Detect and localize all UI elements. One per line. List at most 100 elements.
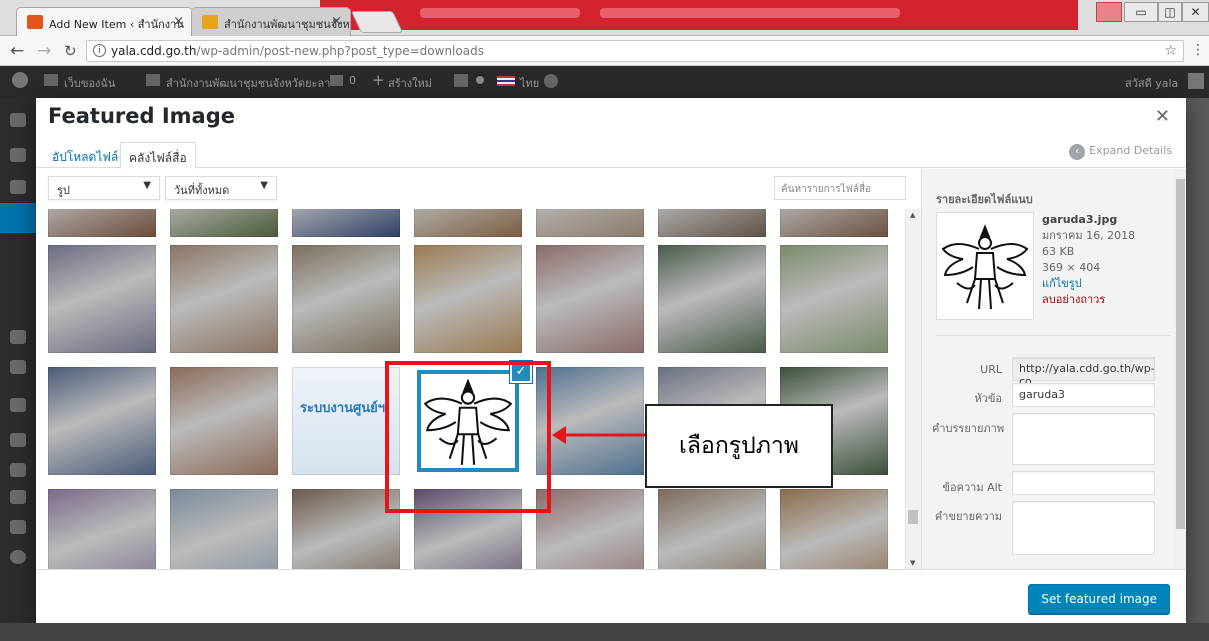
media-date-filter[interactable]: วันที่ทั้งหมด ▼ [165, 176, 277, 200]
attachment-thumbnail[interactable] [536, 209, 644, 237]
attachment-details-heading: รายละเอียดไฟล์แนบ [936, 193, 1033, 206]
url-input[interactable]: i yala.cdd.go.th/wp-admin/post-new.php?p… [86, 40, 1184, 62]
attachment-thumbnail[interactable] [170, 489, 278, 569]
title-field[interactable]: garuda3 [1012, 383, 1155, 407]
back-arrow-icon[interactable]: ← [10, 41, 24, 61]
tools-icon[interactable] [10, 463, 26, 477]
active-menu-indicator[interactable] [0, 203, 36, 233]
admin-bar-comments-count[interactable]: 0 [349, 74, 356, 87]
admin-bar-greeting[interactable]: สวัสดี yala [1125, 74, 1178, 92]
attachment-thumbnail[interactable] [780, 209, 888, 237]
forward-arrow-icon[interactable]: → [37, 41, 51, 61]
attachment-thumbnail[interactable] [292, 489, 400, 569]
maximize-icon[interactable]: ◫ [1158, 2, 1182, 22]
grid-scrollbar-thumb[interactable] [908, 510, 918, 524]
description-field[interactable] [1012, 501, 1155, 555]
media-router: อัปโหลดไฟล์ คลังไฟล์สื่อ ‹ Expand Details [36, 136, 1186, 169]
attachment-thumbnail[interactable] [536, 489, 644, 569]
attachment-details-panel: รายละเอียดไฟล์แนบ garuda3.jpg มกราคม 16,… [921, 169, 1186, 569]
titlebar-blur [600, 8, 900, 18]
settings-icon[interactable] [10, 490, 26, 504]
attachment-thumbnail[interactable] [48, 367, 156, 475]
comments-icon[interactable] [10, 360, 26, 374]
description-label: คำขยายความ [934, 510, 1002, 523]
edit-image-link[interactable]: แก้ไขรูป [1042, 276, 1135, 292]
attachment-thumbnail[interactable] [658, 489, 766, 569]
minimize-icon[interactable]: ▭ [1124, 2, 1158, 22]
alt-text-field[interactable] [1012, 471, 1155, 495]
avatar[interactable] [1188, 73, 1204, 89]
attachment-thumbnail[interactable] [48, 209, 156, 237]
attachment-thumbnail[interactable] [48, 245, 156, 353]
scroll-up-icon[interactable]: ▲ [910, 211, 915, 219]
my-sites-icon [44, 74, 58, 86]
titlebar-blur [420, 8, 580, 18]
attachment-thumbnail[interactable] [658, 245, 766, 353]
attachment-thumbnail[interactable] [536, 245, 644, 353]
tab-close-icon[interactable]: × [173, 14, 184, 29]
posts-icon[interactable] [10, 148, 26, 162]
bookmark-star-icon[interactable]: ☆ [1164, 41, 1177, 61]
attachment-thumbnail[interactable] [292, 209, 400, 237]
attachment-thumbnail[interactable] [658, 209, 766, 237]
delete-permanently-link[interactable]: ลบอย่างถาวร [1042, 292, 1135, 308]
attachment-thumbnail[interactable] [414, 209, 522, 237]
media-type-filter[interactable]: รูป ▼ [48, 176, 160, 200]
attachment-thumbnail[interactable] [170, 209, 278, 237]
attachment-thumbnail[interactable]: ระบบงานศูนย์ฯ [292, 367, 400, 475]
details-scrollbar[interactable] [1174, 169, 1186, 569]
yoast-icon[interactable] [454, 74, 468, 87]
users-icon[interactable] [10, 433, 26, 447]
selection-highlight-box [385, 361, 551, 513]
comments-icon [330, 75, 343, 86]
scroll-down-icon[interactable]: ▼ [910, 559, 915, 567]
address-bar: ← → ↻ i yala.cdd.go.th/wp-admin/post-new… [0, 36, 1209, 66]
pages-icon[interactable] [10, 330, 26, 344]
window-close-icon[interactable]: ✕ [1182, 2, 1209, 22]
help-icon[interactable] [544, 74, 558, 88]
tab-upload-files[interactable]: อัปโหลดไฟล์ [44, 142, 126, 169]
expand-details-button[interactable]: ‹ Expand Details [1069, 144, 1172, 160]
set-featured-image-button[interactable]: Set featured image [1028, 584, 1170, 614]
user-profile-icon[interactable] [1096, 2, 1122, 22]
admin-bar-new[interactable]: สร้างใหม่ [388, 74, 432, 92]
collapse-menu-icon[interactable] [10, 550, 26, 564]
admin-bar-site-name[interactable]: สำนักงานพัฒนาชุมชนจังหวัดยะลา [166, 74, 330, 92]
tab-favicon-icon [27, 15, 43, 29]
url-field[interactable]: http://yala.cdd.go.th/wp-co [1012, 357, 1155, 388]
browser-tab-add-new-item[interactable]: Add New Item ‹ สำนักงาน × [16, 7, 193, 36]
attachment-thumbnail[interactable] [414, 245, 522, 353]
thai-flag-icon [497, 76, 515, 86]
browser-tab-cdd[interactable]: สำนักงานพัฒนาชุมชนจังหวัด × [191, 7, 351, 36]
alt-text-label: ข้อความ Alt [942, 481, 1002, 494]
attachment-thumbnail[interactable] [170, 245, 278, 353]
attachment-thumbnail[interactable] [292, 245, 400, 353]
admin-bar-my-sites[interactable]: เว็บของฉัน [64, 74, 115, 92]
attachment-info: garuda3.jpg มกราคม 16, 2018 63 KB 369 × … [1042, 212, 1135, 308]
dashboard-icon[interactable] [10, 113, 26, 127]
browser-menu-icon[interactable]: ⋮ [1191, 42, 1205, 58]
pin-icon[interactable] [10, 180, 26, 194]
close-icon[interactable]: ✕ [1155, 106, 1170, 127]
caption-field[interactable] [1012, 413, 1155, 465]
title-label: หัวข้อ [974, 392, 1002, 405]
tab-media-library[interactable]: คลังไฟล์สื่อ [120, 142, 196, 169]
reload-icon[interactable]: ↻ [64, 42, 77, 60]
attachment-thumbnail[interactable] [48, 489, 156, 569]
wp-admin-side-menu [0, 98, 36, 641]
appearance-icon[interactable] [10, 398, 26, 412]
tab-close-icon[interactable]: × [331, 14, 342, 29]
search-input[interactable]: ค้นหารายการไฟล์สื่อ [774, 176, 906, 200]
details-scrollbar-thumb[interactable] [1176, 179, 1185, 529]
chevron-down-icon: ▼ [260, 180, 268, 191]
plugin-icon[interactable] [10, 520, 26, 534]
admin-bar-language[interactable]: ไทย [520, 74, 539, 92]
attachment-thumbnail[interactable] [170, 367, 278, 475]
media-type-value: รูป [57, 184, 70, 197]
wordpress-logo-icon[interactable] [12, 72, 28, 88]
attachment-thumbnail[interactable] [780, 245, 888, 353]
attachment-thumbnail[interactable] [780, 489, 888, 569]
seo-status-icon [476, 76, 484, 84]
info-icon[interactable]: i [93, 44, 106, 57]
media-date-value: วันที่ทั้งหมด [174, 184, 230, 197]
